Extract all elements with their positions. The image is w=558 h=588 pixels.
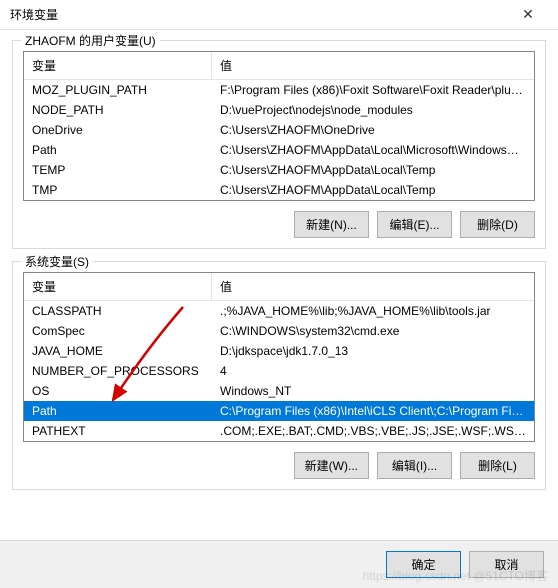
table-row[interactable]: CLASSPATH.;%JAVA_HOME%\lib;%JAVA_HOME%\l… [24, 301, 534, 321]
user-variables-label: ZHAOFM 的用户变量(U) [21, 32, 160, 49]
table-row[interactable]: OSWindows_NT [24, 381, 534, 401]
var-name-cell: Path [24, 402, 212, 420]
sys-new-button[interactable]: 新建(W)... [294, 452, 369, 479]
table-row[interactable]: PATHEXT.COM;.EXE;.BAT;.CMD;.VBS;.VBE;.JS… [24, 421, 534, 441]
sys-edit-button[interactable]: 编辑(I)... [377, 452, 452, 479]
close-icon: ✕ [522, 6, 534, 23]
var-name-cell: NUMBER_OF_PROCESSORS [24, 362, 212, 380]
user-edit-button[interactable]: 编辑(E)... [377, 211, 452, 238]
user-variables-group: ZHAOFM 的用户变量(U) 变量 值 MOZ_PLUGIN_PATHF:\P… [12, 40, 546, 249]
table-row[interactable]: TMPC:\Users\ZHAOFM\AppData\Local\Temp [24, 180, 534, 200]
table-row[interactable]: ComSpecC:\WINDOWS\system32\cmd.exe [24, 321, 534, 341]
var-name-cell: OneDrive [24, 121, 212, 139]
var-value-cell: C:\WINDOWS\system32\cmd.exe [212, 322, 534, 340]
var-value-cell: D:\vueProject\nodejs\node_modules [212, 101, 534, 119]
sys-vars-buttons: 新建(W)... 编辑(I)... 删除(L) [23, 452, 535, 479]
table-row[interactable]: OneDriveC:\Users\ZHAOFM\OneDrive [24, 120, 534, 140]
var-value-cell: C:\Users\ZHAOFM\OneDrive [212, 121, 534, 139]
sys-vars-header: 变量 值 [24, 273, 534, 301]
var-value-cell: D:\jdkspace\jdk1.7.0_13 [212, 342, 534, 360]
user-vars-buttons: 新建(N)... 编辑(E)... 删除(D) [23, 211, 535, 238]
var-value-cell: C:\Program Files (x86)\Intel\iCLS Client… [212, 402, 534, 420]
var-value-cell: .;%JAVA_HOME%\lib;%JAVA_HOME%\lib\tools.… [212, 302, 534, 320]
user-vars-header: 变量 值 [24, 52, 534, 80]
var-value-cell: C:\Users\ZHAOFM\AppData\Local\Temp [212, 181, 534, 199]
var-value-cell: .COM;.EXE;.BAT;.CMD;.VBS;.VBE;.JS;.JSE;.… [212, 422, 534, 440]
var-name-cell: ComSpec [24, 322, 212, 340]
cancel-button[interactable]: 取消 [469, 551, 544, 578]
var-name-cell: Path [24, 141, 212, 159]
column-header-variable[interactable]: 变量 [24, 52, 212, 79]
system-variables-group: 系统变量(S) 变量 值 CLASSPATH.;%JAVA_HOME%\lib;… [12, 261, 546, 490]
user-new-button[interactable]: 新建(N)... [294, 211, 369, 238]
var-value-cell: 4 [212, 362, 534, 380]
var-value-cell: F:\Program Files (x86)\Foxit Software\Fo… [212, 81, 534, 99]
user-delete-button[interactable]: 删除(D) [460, 211, 535, 238]
titlebar: 环境变量 ✕ [0, 0, 558, 30]
var-value-cell: Windows_NT [212, 382, 534, 400]
dialog-footer: 确定 取消 [0, 540, 558, 588]
table-row[interactable]: PathC:\Program Files (x86)\Intel\iCLS Cl… [24, 401, 534, 421]
window-close-button[interactable]: ✕ [508, 1, 548, 29]
ok-button[interactable]: 确定 [386, 551, 461, 578]
var-name-cell: PATHEXT [24, 422, 212, 440]
column-header-value[interactable]: 值 [212, 273, 534, 300]
var-value-cell: C:\Users\ZHAOFM\AppData\Local\Temp [212, 161, 534, 179]
var-name-cell: TEMP [24, 161, 212, 179]
var-name-cell: CLASSPATH [24, 302, 212, 320]
table-row[interactable]: MOZ_PLUGIN_PATHF:\Program Files (x86)\Fo… [24, 80, 534, 100]
system-variables-label: 系统变量(S) [21, 253, 93, 270]
var-name-cell: JAVA_HOME [24, 342, 212, 360]
table-row[interactable]: NUMBER_OF_PROCESSORS4 [24, 361, 534, 381]
user-variables-table[interactable]: 变量 值 MOZ_PLUGIN_PATHF:\Program Files (x8… [23, 51, 535, 201]
table-row[interactable]: TEMPC:\Users\ZHAOFM\AppData\Local\Temp [24, 160, 534, 180]
var-name-cell: OS [24, 382, 212, 400]
column-header-variable[interactable]: 变量 [24, 273, 212, 300]
table-row[interactable]: JAVA_HOMED:\jdkspace\jdk1.7.0_13 [24, 341, 534, 361]
window-title: 环境变量 [10, 6, 58, 23]
var-name-cell: TMP [24, 181, 212, 199]
system-variables-table[interactable]: 变量 值 CLASSPATH.;%JAVA_HOME%\lib;%JAVA_HO… [23, 272, 535, 442]
var-name-cell: MOZ_PLUGIN_PATH [24, 81, 212, 99]
sys-delete-button[interactable]: 删除(L) [460, 452, 535, 479]
table-row[interactable]: NODE_PATHD:\vueProject\nodejs\node_modul… [24, 100, 534, 120]
table-row[interactable]: PathC:\Users\ZHAOFM\AppData\Local\Micros… [24, 140, 534, 160]
var-name-cell: NODE_PATH [24, 101, 212, 119]
content-area: ZHAOFM 的用户变量(U) 变量 值 MOZ_PLUGIN_PATHF:\P… [0, 30, 558, 510]
var-value-cell: C:\Users\ZHAOFM\AppData\Local\Microsoft\… [212, 141, 534, 159]
column-header-value[interactable]: 值 [212, 52, 534, 79]
